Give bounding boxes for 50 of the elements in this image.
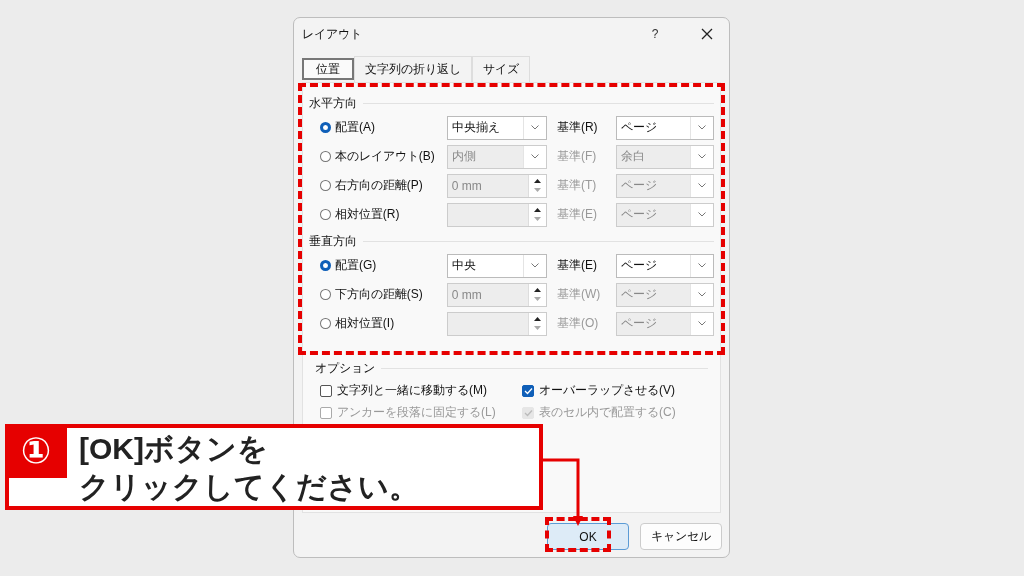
dropdown-field[interactable]: 中央揃え — [446, 115, 547, 140]
tab[interactable]: 文字列の折り返し — [354, 56, 472, 82]
help-button[interactable]: ? — [645, 27, 665, 41]
field-label: 基準(T) — [556, 177, 598, 194]
radio-label: 本のレイアウト(B) — [334, 148, 436, 165]
field-label: 基準(W) — [556, 286, 602, 303]
dropdown-field[interactable]: ページ — [615, 115, 714, 140]
group-heading: オプション — [315, 359, 375, 377]
dropdown-field[interactable]: ページ — [615, 253, 714, 278]
dialog-button[interactable]: OK — [547, 523, 629, 550]
field-label: 基準(E) — [556, 257, 598, 274]
tab[interactable]: 位置 — [302, 58, 354, 80]
caret-icon — [698, 321, 706, 326]
checkbox-label: アンカーを段落に固定する(L) — [337, 404, 496, 421]
tab[interactable]: サイズ — [472, 56, 530, 82]
group-heading: 垂直方向 — [309, 232, 357, 250]
highlight-frame — [545, 517, 611, 552]
group-heading: 水平方向 — [309, 94, 357, 112]
checkbox[interactable] — [320, 384, 332, 397]
caret-icon — [530, 125, 539, 130]
caret-icon — [698, 125, 706, 130]
radio-label: 配置(A) — [334, 119, 376, 136]
callout-text: クリックしてください。 — [79, 469, 419, 505]
caret-icon — [698, 183, 706, 188]
field-label: 基準(E) — [556, 206, 598, 223]
caret-icon — [698, 154, 706, 159]
window-title: レイアウト — [302, 25, 363, 43]
close-icon[interactable] — [701, 28, 713, 40]
radio-label: 右方向の距離(P) — [334, 177, 424, 194]
caret-icon — [698, 292, 706, 297]
field-label: 基準(R) — [556, 119, 599, 136]
radio-label: 下方向の距離(S) — [334, 286, 424, 303]
radio-button[interactable] — [320, 122, 331, 133]
caret-icon — [698, 263, 706, 268]
checkbox[interactable] — [522, 384, 534, 397]
dialog-button[interactable]: キャンセル — [640, 523, 722, 550]
checkbox-label: 表のセル内で配置する(C) — [539, 404, 676, 421]
caret-icon — [530, 263, 539, 268]
checkbox-label: 文字列と一緒に移動する(M) — [337, 382, 487, 399]
checkbox-label: オーバーラップさせる(V) — [539, 382, 675, 399]
radio-label: 相対位置(I) — [334, 315, 396, 332]
dropdown-field[interactable]: 中央 — [446, 253, 547, 278]
radio-button[interactable] — [320, 260, 331, 271]
callout-text: [OK]ボタンを — [79, 431, 269, 467]
radio-label: 配置(G) — [334, 257, 378, 274]
radio-label: 相対位置(R) — [334, 206, 401, 223]
field-label: 基準(O) — [556, 315, 600, 332]
caret-icon — [530, 154, 539, 159]
caret-icon — [698, 212, 706, 217]
field-label: 基準(F) — [556, 148, 598, 165]
